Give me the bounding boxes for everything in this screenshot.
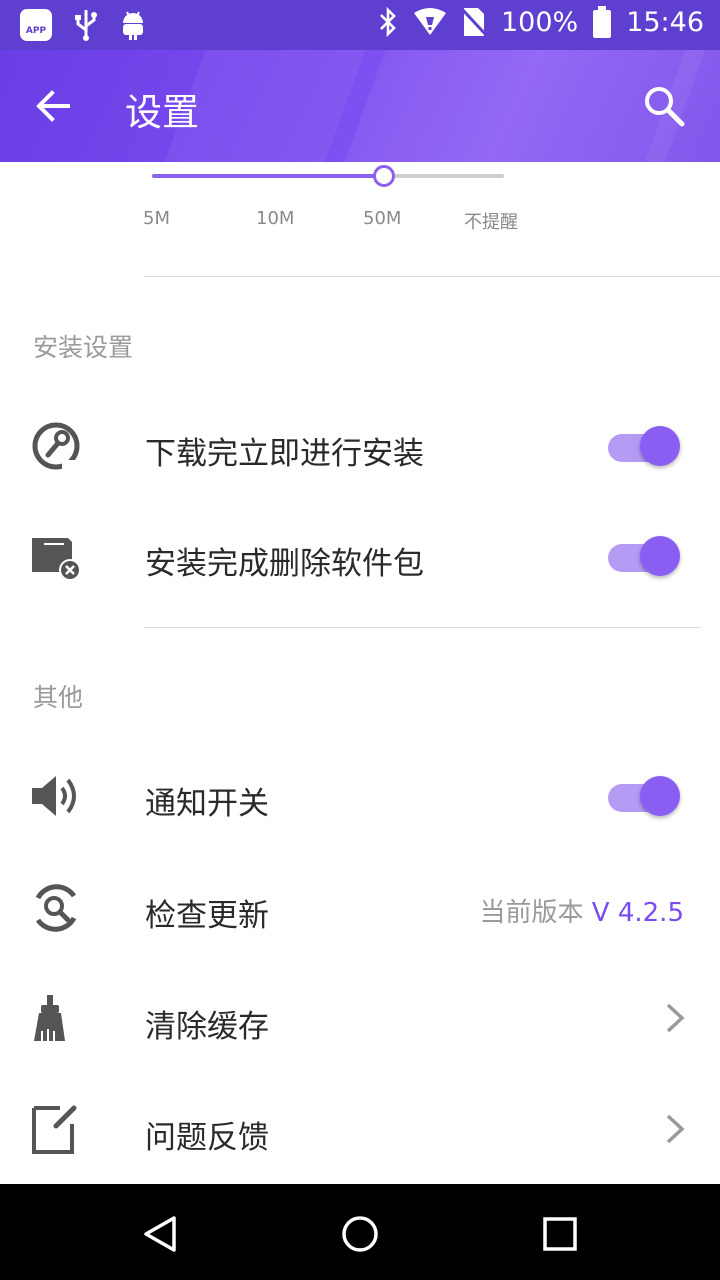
toggle-thumb bbox=[640, 776, 680, 816]
slider-fill bbox=[152, 174, 384, 178]
download-size-slider[interactable] bbox=[152, 165, 504, 187]
section-header-install: 安装设置 bbox=[33, 333, 134, 362]
clock: 15:46 bbox=[626, 6, 704, 38]
app-toolbar: 设置 bbox=[0, 50, 720, 162]
no-sim-icon bbox=[460, 6, 487, 38]
recents-square-icon[interactable] bbox=[538, 1212, 582, 1256]
current-version: 当前版本 V 4.2.5 bbox=[480, 892, 685, 929]
speaker-icon bbox=[32, 776, 76, 816]
page-title: 设置 bbox=[125, 91, 199, 134]
app-badge-label: APP bbox=[25, 26, 47, 36]
setting-label: 下载完立即进行安装 bbox=[145, 436, 424, 472]
setting-notification[interactable]: 通知开关 bbox=[0, 740, 720, 850]
update-search-icon bbox=[35, 884, 77, 932]
setting-label: 通知开关 bbox=[145, 786, 269, 822]
back-triangle-icon[interactable] bbox=[138, 1212, 182, 1256]
chevron-right-icon bbox=[666, 1114, 685, 1144]
setting-clear-cache[interactable]: 清除缓存 bbox=[0, 963, 720, 1073]
setting-label: 问题反馈 bbox=[145, 1120, 269, 1156]
setting-label: 安装完成删除软件包 bbox=[145, 546, 424, 582]
install-after-download-toggle[interactable] bbox=[608, 424, 684, 468]
divider bbox=[144, 627, 700, 628]
usb-icon bbox=[75, 10, 97, 41]
battery-percent: 100% bbox=[500, 6, 579, 38]
slider-tick-50m: 50M bbox=[363, 208, 402, 229]
status-bar: APP 100% 15:46 bbox=[0, 0, 720, 50]
setting-install-after-download[interactable]: 下载完立即进行安装 bbox=[0, 390, 720, 500]
broom-icon bbox=[34, 995, 65, 1041]
back-arrow-icon[interactable] bbox=[32, 84, 76, 128]
notification-toggle[interactable] bbox=[608, 774, 684, 818]
delete-package-toggle[interactable] bbox=[608, 534, 684, 578]
setting-delete-package-after-install[interactable]: 安装完成删除软件包 bbox=[0, 500, 720, 610]
bluetooth-icon bbox=[380, 6, 396, 38]
slider-tick-10m: 10M bbox=[256, 208, 295, 229]
version-prefix: 当前版本 bbox=[479, 898, 584, 928]
setting-check-update[interactable]: 检查更新 当前版本 V 4.2.5 bbox=[0, 852, 720, 962]
setting-label: 检查更新 bbox=[145, 898, 269, 934]
slider-thumb[interactable] bbox=[373, 165, 395, 187]
version-value: V 4.2.5 bbox=[591, 898, 684, 928]
feedback-edit-icon bbox=[32, 1105, 77, 1154]
section-header-other: 其他 bbox=[33, 683, 84, 712]
android-debug-icon bbox=[123, 11, 143, 40]
battery-icon bbox=[593, 6, 612, 38]
app-notification-icon: APP bbox=[20, 9, 52, 41]
search-icon[interactable] bbox=[642, 84, 686, 128]
divider bbox=[144, 276, 720, 277]
toggle-thumb bbox=[640, 536, 680, 576]
setting-feedback[interactable]: 问题反馈 bbox=[0, 1074, 720, 1184]
toggle-thumb bbox=[640, 426, 680, 466]
slider-tick-no-remind: 不提醒 bbox=[464, 212, 518, 233]
home-circle-icon[interactable] bbox=[338, 1212, 382, 1256]
chevron-right-icon bbox=[666, 1003, 685, 1033]
delete-package-icon bbox=[32, 538, 81, 581]
system-navigation-bar bbox=[0, 1184, 720, 1280]
slider-tick-5m: 5M bbox=[143, 208, 170, 229]
setting-label: 清除缓存 bbox=[145, 1009, 269, 1045]
wifi-icon bbox=[413, 8, 446, 35]
install-wrench-icon bbox=[32, 422, 80, 470]
